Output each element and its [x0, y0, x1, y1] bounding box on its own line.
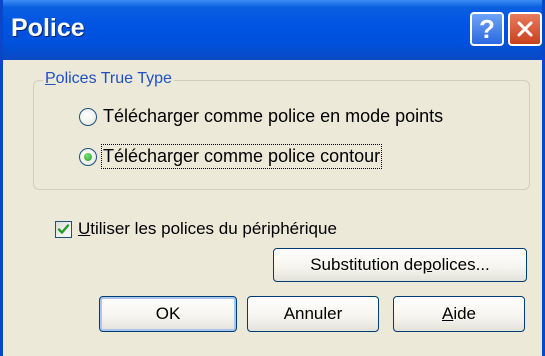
device-fonts-access-key: U — [78, 219, 91, 238]
question-mark-icon: ? — [479, 14, 495, 44]
radio-download-outline[interactable]: Télécharger comme police contour — [79, 144, 383, 169]
radio-button-checked[interactable] — [79, 147, 97, 166]
checkmark-icon — [57, 223, 70, 234]
help-button-text: ide — [453, 304, 477, 323]
cancel-button-label: Annuler — [283, 304, 343, 323]
ok-button[interactable]: OK — [99, 296, 237, 332]
help-access-key: A — [441, 304, 454, 323]
close-button[interactable] — [508, 12, 542, 46]
help-button-label: Aide — [442, 304, 476, 324]
radio-download-outline-label: Télécharger comme police contour — [100, 144, 383, 169]
font-substitution-access-key: p — [422, 255, 433, 274]
use-device-fonts-checkbox[interactable] — [55, 220, 72, 238]
legend-access-key: P — [45, 70, 56, 87]
radio-download-bitmap-label: Télécharger comme police en mode points — [103, 106, 444, 126]
truetype-fonts-group — [33, 80, 530, 190]
legend-text: olices True Type — [55, 70, 172, 87]
radio-download-bitmap[interactable]: Télécharger comme police en mode points — [79, 106, 443, 127]
police-dialog: Police ? Polices True Type Télécharger c… — [0, 0, 545, 356]
radio-button-unchecked[interactable] — [79, 107, 97, 126]
close-icon — [517, 21, 533, 37]
font-substitution-label-before: Substitution de — [310, 255, 423, 274]
title-bar[interactable]: Police ? — [3, 0, 542, 60]
font-substitution-button[interactable]: Substitution de p olices... — [273, 248, 527, 282]
device-fonts-text: tiliser les polices du périphérique — [90, 219, 337, 238]
help-title-button[interactable]: ? — [470, 12, 504, 46]
font-substitution-label-after: olices... — [432, 255, 490, 274]
use-device-fonts-checkbox-row[interactable]: Utiliser les polices du périphérique — [55, 219, 337, 239]
ok-button-label: OK — [155, 304, 181, 323]
cancel-button[interactable]: Annuler — [247, 296, 379, 332]
dialog-title: Police — [11, 14, 85, 42]
help-button[interactable]: Aide — [393, 296, 525, 332]
truetype-fonts-group-label: Polices True Type — [43, 70, 174, 88]
use-device-fonts-label: Utiliser les polices du périphérique — [78, 219, 337, 239]
